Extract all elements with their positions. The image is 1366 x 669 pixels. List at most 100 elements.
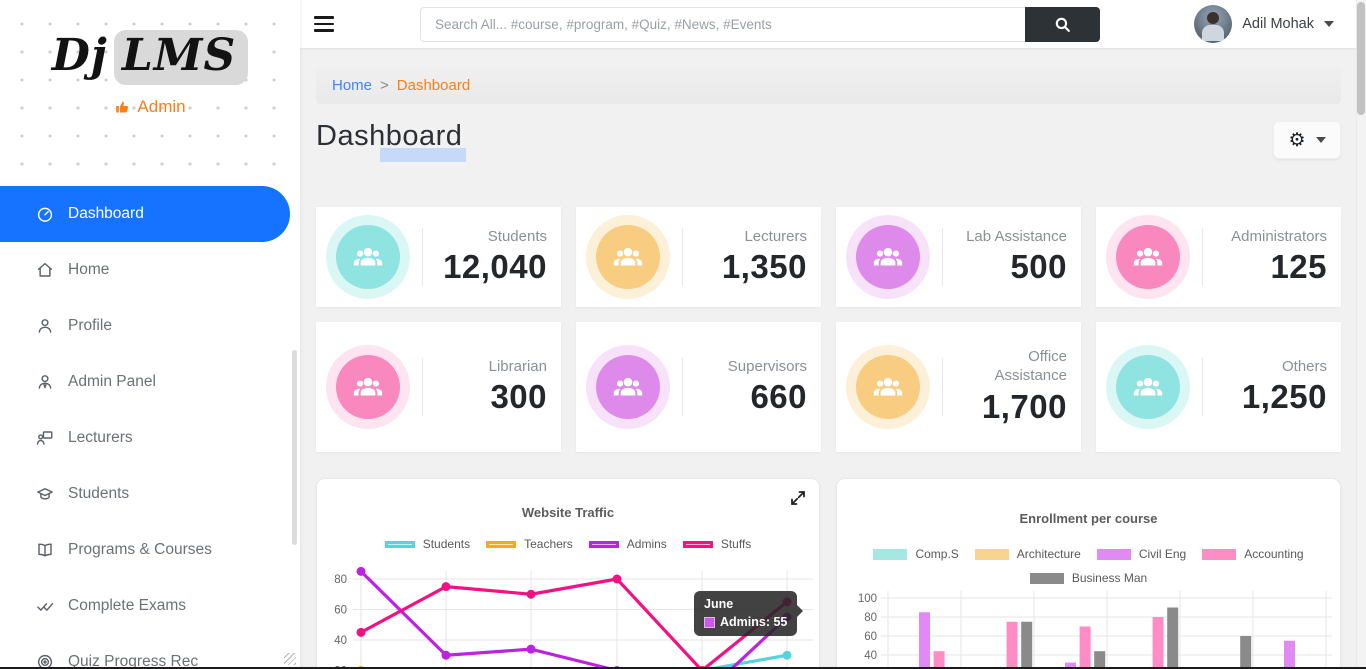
user-name: Adil Mohak [1242,16,1314,32]
sidebar-item-lecturers[interactable]: Lecturers [0,410,300,466]
stat-label: Librarian [437,358,547,377]
sidebar-item-home[interactable]: Home [0,242,300,298]
stat-icon-halo [846,215,930,299]
sidebar-scrollbar[interactable] [292,350,297,545]
search-bar [420,7,1100,42]
stat-label: Students [437,228,547,247]
stat-value: 1,250 [1217,378,1327,416]
app-logo[interactable]: DjLMS [0,30,300,81]
stat-value: 500 [957,248,1067,286]
stat-label: Administrators [1217,228,1327,247]
people-group-icon [336,355,400,419]
stat-value: 300 [437,378,547,416]
role-label: Admin [137,97,185,117]
stat-label: Others [1217,358,1327,377]
people-group-icon [1116,355,1180,419]
stat-icon-halo [586,345,670,429]
sidebar-item-programs-courses[interactable]: Programs & Courses [0,522,300,578]
stat-label: Lecturers [697,228,807,247]
book-icon [36,541,54,559]
page-scrollbar-thumb[interactable] [1357,2,1365,115]
stat-icon-halo [326,345,410,429]
stat-icon-halo [846,345,930,429]
sidebar: DjLMS Admin Dashboard Home Profile Admin Pa… [0,0,300,669]
hamburger-menu-icon[interactable] [314,16,334,32]
sidebar-item-profile[interactable]: Profile [0,298,300,354]
breadcrumb: Home > Dashboard [316,66,1341,104]
home-icon [36,261,54,279]
stat-card-students: Students12,040 [316,207,561,307]
enrollment-card: Enrollment per course Comp.SArchitecture… [836,478,1341,669]
sidebar-menu: Dashboard Home Profile Admin Panel Lecturers… [0,186,300,669]
stat-card-lab-assistance: Lab Assistance500 [836,207,1081,307]
main-content: Home > Dashboard Dashboard ⚙ Students12,… [300,48,1366,669]
page-scrollbar[interactable] [1356,0,1366,669]
chart-tooltip: June Admins: 55 [694,591,797,636]
people-group-icon [336,225,400,289]
check-double-icon [36,597,54,615]
divider [682,358,683,416]
stat-card-lecturers: Lecturers1,350 [576,207,821,307]
stat-icon-halo [326,215,410,299]
svg-text:60: 60 [864,631,877,643]
stat-card-office-assistance: Office Assistance1,700 [836,322,1081,452]
stat-value: 660 [697,378,807,416]
sidebar-item-label: Complete Exams [68,597,186,615]
stat-card-librarian: Librarian300 [316,322,561,452]
divider [1202,228,1203,286]
divider [942,228,943,286]
tooltip-caret [797,605,803,617]
gauge-icon [36,205,54,223]
sidebar-item-quiz-progress-rec[interactable]: Quiz Progress Rec [0,634,300,669]
stat-label: Lab Assistance [957,228,1067,247]
sidebar-item-label: Programs & Courses [68,541,212,559]
admin-person-icon [36,373,54,391]
divider [1202,358,1203,416]
divider [942,358,943,416]
bar-chart-plot: 100806040 [837,479,1341,669]
svg-text:80: 80 [334,574,347,586]
stat-value: 1,700 [957,388,1067,426]
people-group-icon [596,355,660,419]
logo-part2: LMS [114,30,248,85]
stat-icon-halo [1106,345,1190,429]
role-row: Admin [0,97,300,117]
people-group-icon [596,225,660,289]
stat-icon-halo [1106,215,1190,299]
lecturer-icon [36,429,54,447]
people-group-icon [1116,225,1180,289]
sidebar-item-label: Home [68,261,109,279]
stat-cards-grid: Students12,040Lecturers1,350Lab Assistan… [316,207,1341,452]
chevron-down-icon [1324,21,1334,27]
sidebar-item-label: Profile [68,317,112,335]
sidebar-item-students[interactable]: Students [0,466,300,522]
divider [682,228,683,286]
search-button[interactable] [1025,7,1100,42]
divider [422,358,423,416]
sidebar-item-admin-panel[interactable]: Admin Panel [0,354,300,410]
tooltip-value: Admins: 55 [720,615,787,629]
page-title: Dashboard [316,120,462,153]
settings-button[interactable]: ⚙ [1273,121,1341,159]
search-input[interactable] [420,7,1025,42]
user-menu[interactable]: Adil Mohak [1194,5,1334,43]
breadcrumb-home-link[interactable]: Home [332,77,372,94]
sidebar-header: DjLMS Admin [0,0,300,182]
stat-value: 12,040 [437,248,547,286]
tooltip-series-swatch [704,617,715,628]
sidebar-item-dashboard[interactable]: Dashboard [0,186,290,242]
person-icon [36,317,54,335]
sidebar-item-label: Lecturers [68,429,133,447]
tooltip-title: June [704,597,787,611]
chevron-down-icon [1316,137,1326,143]
people-group-icon [856,225,920,289]
breadcrumb-current: Dashboard [397,77,470,94]
stat-label: Supervisors [697,358,807,377]
sidebar-item-label: Students [68,485,129,503]
graduate-icon [36,485,54,503]
page-title-wrap: Dashboard [316,120,462,153]
resize-grip-icon[interactable] [284,653,296,665]
topbar: Adil Mohak [300,0,1366,48]
stat-icon-halo [586,215,670,299]
sidebar-item-complete-exams[interactable]: Complete Exams [0,578,300,634]
